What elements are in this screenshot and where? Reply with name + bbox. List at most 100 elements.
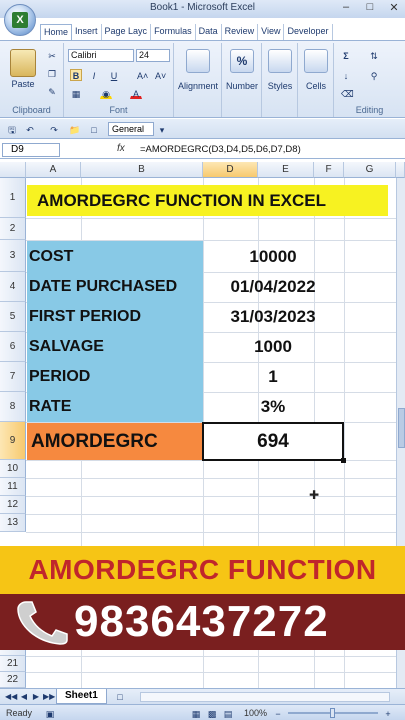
- zoom-slider-thumb[interactable]: [330, 708, 335, 718]
- label-cell-period[interactable]: PERIOD: [27, 362, 203, 392]
- row-header-4[interactable]: 4: [0, 272, 26, 302]
- value-cell-period[interactable]: 1: [203, 362, 343, 392]
- prev-sheet-icon[interactable]: ◀: [18, 690, 30, 702]
- macro-record-icon[interactable]: ▣: [44, 707, 56, 719]
- zoom-in-icon[interactable]: +: [382, 707, 394, 719]
- row-header-2[interactable]: 2: [0, 218, 26, 240]
- column-header-b[interactable]: B: [81, 162, 203, 178]
- result-label-cell[interactable]: AMORDEGRC: [27, 423, 203, 460]
- shrink-font-button[interactable]: A˅: [154, 69, 166, 81]
- tab-insert[interactable]: Insert: [72, 24, 102, 40]
- value-cell-rate[interactable]: 3%: [203, 392, 343, 422]
- find-select-icon[interactable]: ⚲: [368, 69, 380, 81]
- insert-function-button[interactable]: fx: [117, 143, 125, 154]
- row-header-3[interactable]: 3: [0, 240, 26, 272]
- cells-icon[interactable]: [304, 49, 328, 73]
- tab-page-layout[interactable]: Page Layc: [102, 24, 152, 40]
- sheet-title-cell[interactable]: AMORDEGRC FUNCTION IN EXCEL: [27, 185, 388, 216]
- sheet-tab-sheet1[interactable]: Sheet1: [56, 689, 107, 704]
- autosum-button[interactable]: Σ: [340, 49, 352, 61]
- row-header-6[interactable]: 6: [0, 332, 26, 362]
- office-button[interactable]: X: [4, 4, 36, 36]
- underline-button[interactable]: U: [108, 69, 120, 81]
- next-sheet-icon[interactable]: ▶: [30, 690, 42, 702]
- value-cell-date-purchased[interactable]: 01/04/2022: [203, 272, 343, 302]
- row-header-12[interactable]: 12: [0, 496, 26, 514]
- new-icon[interactable]: □: [88, 123, 100, 135]
- normal-view-icon[interactable]: ▦: [190, 707, 202, 719]
- column-header-g[interactable]: G: [344, 162, 396, 178]
- tab-data[interactable]: Data: [196, 24, 222, 40]
- alignment-button[interactable]: Alignment: [174, 81, 222, 91]
- column-header-d[interactable]: D: [203, 162, 258, 178]
- styles-icon[interactable]: [268, 49, 292, 73]
- name-box[interactable]: D9: [2, 143, 60, 157]
- zoom-out-icon[interactable]: −: [272, 707, 284, 719]
- value-cell-cost[interactable]: 10000: [203, 241, 343, 272]
- value-cell-first-period[interactable]: 31/03/2023: [203, 302, 343, 332]
- clear-icon[interactable]: ⌫: [340, 87, 354, 99]
- tab-formulas[interactable]: Formulas: [151, 24, 196, 40]
- column-header-a[interactable]: A: [26, 162, 81, 178]
- label-cell-date-purchased[interactable]: DATE PURCHASED: [27, 272, 203, 302]
- fill-icon[interactable]: ↓: [340, 69, 352, 81]
- fill-handle[interactable]: [341, 458, 346, 463]
- result-value-cell[interactable]: 694: [202, 422, 344, 461]
- scrollbar-thumb[interactable]: [398, 408, 405, 448]
- format-painter-icon[interactable]: ✎: [46, 85, 58, 97]
- row-header-8[interactable]: 8: [0, 392, 26, 422]
- cut-icon[interactable]: ✂: [46, 49, 58, 61]
- label-cell-rate[interactable]: RATE: [27, 392, 203, 422]
- percent-icon[interactable]: %: [230, 49, 254, 73]
- customize-qat-icon[interactable]: ▾: [156, 123, 168, 135]
- column-header-e[interactable]: E: [258, 162, 314, 178]
- row-header-22[interactable]: 22: [0, 672, 26, 688]
- row-header-11[interactable]: 11: [0, 478, 26, 496]
- tab-home[interactable]: Home: [40, 24, 73, 40]
- page-break-view-icon[interactable]: ▤: [222, 707, 234, 719]
- label-cell-salvage[interactable]: SALVAGE: [27, 332, 203, 362]
- restore-icon[interactable]: □: [363, 1, 377, 14]
- undo-icon[interactable]: ↶: [24, 123, 36, 135]
- last-sheet-icon[interactable]: ▶▶: [42, 690, 55, 702]
- row-header-13[interactable]: 13: [0, 514, 26, 532]
- horizontal-scrollbar[interactable]: [140, 692, 390, 702]
- row-header-9[interactable]: 9: [0, 422, 26, 460]
- insert-sheet-icon[interactable]: □: [114, 690, 126, 702]
- tab-review[interactable]: Review: [222, 24, 259, 40]
- save-icon[interactable]: 🖫: [6, 123, 18, 135]
- row-header-5[interactable]: 5: [0, 302, 26, 332]
- close-icon[interactable]: ✕: [387, 1, 401, 14]
- formula-input[interactable]: =AMORDEGRC(D3,D4,D5,D6,D7,D8): [140, 144, 301, 155]
- paste-icon[interactable]: [10, 49, 36, 77]
- paste-button[interactable]: Paste: [6, 79, 40, 89]
- row-header-21[interactable]: 21: [0, 656, 26, 672]
- borders-icon[interactable]: ▦: [70, 87, 82, 99]
- tab-view[interactable]: View: [258, 24, 285, 40]
- bold-button[interactable]: B: [70, 69, 82, 81]
- open-icon[interactable]: 📁: [68, 123, 80, 135]
- sort-filter-icon[interactable]: ⇅: [368, 49, 380, 61]
- grow-font-button[interactable]: A˄: [136, 69, 148, 81]
- font-name-box[interactable]: Calibri: [68, 49, 134, 62]
- copy-icon[interactable]: ❐: [46, 67, 58, 79]
- redo-icon[interactable]: ↷: [48, 123, 60, 135]
- row-header-7[interactable]: 7: [0, 362, 26, 392]
- italic-button[interactable]: I: [88, 69, 100, 81]
- select-all-corner[interactable]: [0, 162, 26, 178]
- column-header-f[interactable]: F: [314, 162, 344, 178]
- label-cell-first-period[interactable]: FIRST PERIOD: [27, 302, 203, 332]
- minimize-icon[interactable]: –: [339, 1, 353, 14]
- fill-color-icon[interactable]: ◉: [100, 87, 112, 99]
- cells-button[interactable]: Cells: [298, 81, 334, 91]
- tab-developer[interactable]: Developer: [284, 24, 333, 40]
- first-sheet-icon[interactable]: ◀◀: [4, 690, 17, 702]
- row-header-10[interactable]: 10: [0, 460, 26, 478]
- font-size-box[interactable]: 24: [136, 49, 170, 62]
- number-button[interactable]: Number: [222, 81, 262, 91]
- alignment-icon[interactable]: [186, 49, 210, 73]
- zoom-slider[interactable]: [288, 708, 378, 718]
- styles-button[interactable]: Styles: [262, 81, 298, 91]
- value-cell-salvage[interactable]: 1000: [203, 332, 343, 362]
- number-format-box[interactable]: General: [108, 122, 154, 136]
